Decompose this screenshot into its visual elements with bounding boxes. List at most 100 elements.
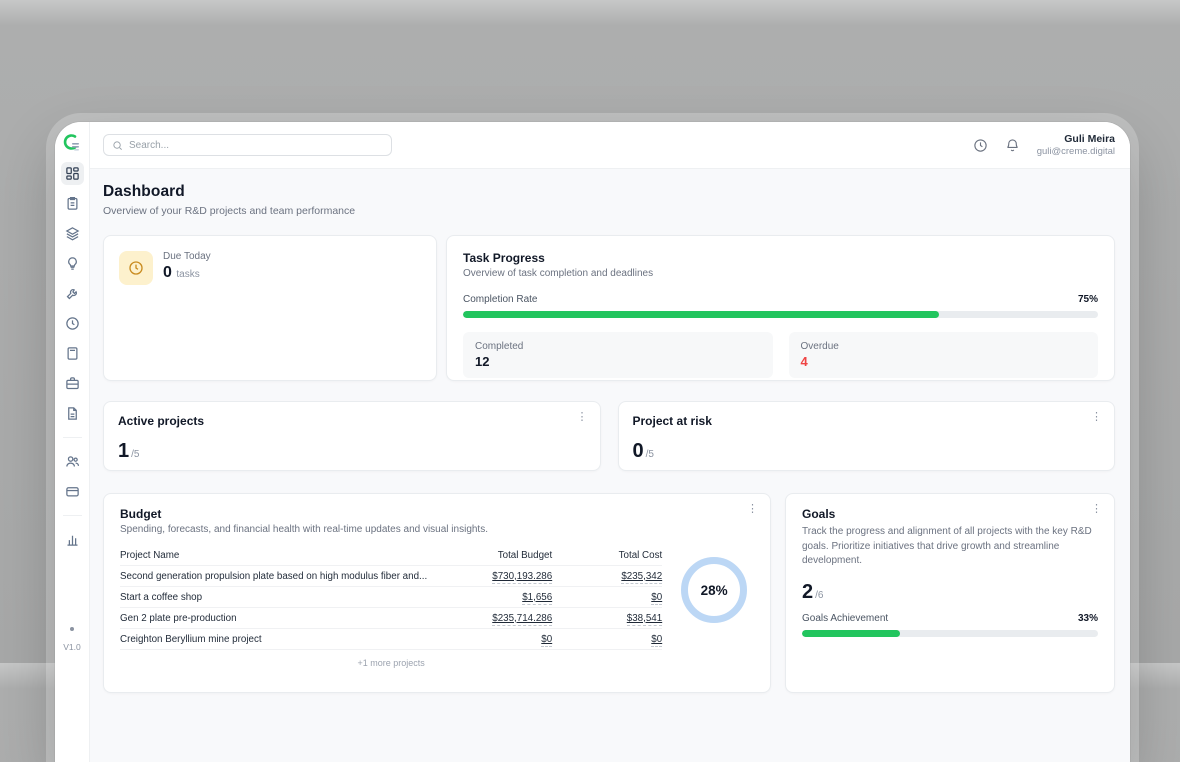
column-total-cost: Total Cost [552, 550, 662, 561]
goals-achievement-bar [802, 630, 1098, 637]
table-row: Second generation propulsion plate based… [120, 566, 662, 587]
layers-icon [65, 226, 80, 241]
active-projects-title: Active projects [118, 414, 586, 428]
budget-subtitle: Spending, forecasts, and financial healt… [120, 524, 754, 535]
total-cost-value[interactable]: $0 [651, 592, 662, 605]
lightbulb-icon [65, 256, 80, 271]
column-project-name: Project Name [120, 550, 427, 561]
due-today-label: Due Today [163, 251, 211, 262]
due-today-unit: tasks [176, 269, 199, 280]
total-cost-value[interactable]: $235,342 [621, 571, 662, 584]
creme-logo-icon [62, 132, 82, 152]
total-budget-value[interactable]: $235,714.286 [492, 613, 552, 626]
page-subtitle: Overview of your R&D projects and team p… [103, 205, 1115, 217]
total-budget-value[interactable]: $1,656 [522, 592, 552, 605]
main-area: Guli Meira guli@creme.digital Dashboard … [90, 122, 1130, 762]
dashboard-icon [65, 166, 80, 181]
goals-achievement-pct: 33% [1078, 613, 1098, 624]
sidebar-item-analytics[interactable] [61, 528, 84, 551]
goals-description: Track the progress and alignment of all … [802, 525, 1098, 569]
task-progress-subtitle: Overview of task completion and deadline… [463, 268, 1098, 279]
users-icon [65, 454, 80, 469]
due-today-card: Due Today 0 tasks [103, 235, 437, 381]
goals-value: 2 [802, 581, 813, 604]
active-projects-value: 1 [118, 440, 129, 463]
active-projects-card: Active projects ⋮ 1 /5 [103, 401, 601, 471]
dashboard-content: Dashboard Overview of your R&D projects … [90, 169, 1130, 762]
project-name: Second generation propulsion plate based… [120, 571, 427, 582]
sidebar-footer: V1.0 [55, 627, 89, 652]
budget-spend-pct: 28% [701, 583, 728, 598]
app-window: V1.0 [55, 122, 1130, 762]
history-clock-icon[interactable] [973, 138, 988, 153]
table-row: Creighton Beryllium mine project $0 $0 [120, 629, 662, 650]
overdue-stat-box: Overdue 4 [789, 332, 1099, 378]
sidebar-item-projects[interactable] [61, 222, 84, 245]
user-name: Guli Meira [1037, 133, 1115, 146]
search-input[interactable] [129, 140, 383, 151]
project-name: Gen 2 plate pre-production [120, 613, 427, 624]
bell-icon[interactable] [1005, 138, 1020, 153]
task-progress-card: Task Progress Overview of task completio… [446, 235, 1115, 381]
more-projects-link[interactable]: +1 more projects [120, 658, 662, 668]
clock-icon [65, 316, 80, 331]
sidebar-divider [63, 515, 82, 516]
sidebar-item-tasks[interactable] [61, 192, 84, 215]
user-menu[interactable]: Guli Meira guli@creme.digital [1037, 133, 1115, 158]
clipboard-icon [65, 196, 80, 211]
wrench-icon [65, 286, 80, 301]
active-projects-total: /5 [131, 449, 139, 460]
user-email: guli@creme.digital [1037, 146, 1115, 158]
sidebar-item-time[interactable] [61, 312, 84, 335]
kebab-menu-icon[interactable]: ⋮ [577, 412, 588, 423]
goals-total: /6 [815, 590, 823, 601]
search-box[interactable] [103, 134, 392, 156]
sidebar: V1.0 [55, 122, 90, 762]
column-total-budget: Total Budget [427, 550, 552, 561]
project-at-risk-total: /5 [646, 449, 654, 460]
due-clock-icon [119, 251, 153, 285]
app-version: V1.0 [55, 642, 89, 652]
completed-value: 12 [475, 354, 761, 369]
credit-card-icon [65, 484, 80, 499]
project-at-risk-value: 0 [633, 440, 644, 463]
budget-card: Budget ⋮ Spending, forecasts, and financ… [103, 493, 771, 693]
total-budget-value[interactable]: $0 [541, 634, 552, 647]
completed-label: Completed [475, 341, 761, 352]
kebab-menu-icon[interactable]: ⋮ [1091, 504, 1102, 515]
budget-table-header: Project Name Total Budget Total Cost [120, 545, 662, 566]
table-row: Start a coffee shop $1,656 $0 [120, 587, 662, 608]
goals-achievement-bar-fill [802, 630, 900, 637]
project-name: Creighton Beryllium mine project [120, 634, 427, 645]
sidebar-divider [63, 437, 82, 438]
project-at-risk-title: Project at risk [633, 414, 1101, 428]
kebab-menu-icon[interactable]: ⋮ [747, 504, 758, 515]
kebab-menu-icon[interactable]: ⋮ [1091, 412, 1102, 423]
completion-rate-label: Completion Rate [463, 294, 537, 305]
sidebar-item-documents[interactable] [61, 402, 84, 425]
table-row: Gen 2 plate pre-production $235,714.286 … [120, 608, 662, 629]
status-dot-icon[interactable] [70, 627, 74, 631]
goals-card: Goals ⋮ Track the progress and alignment… [785, 493, 1115, 693]
sidebar-item-billing[interactable] [61, 480, 84, 503]
budget-title: Budget [120, 507, 754, 521]
search-icon [112, 140, 123, 151]
completion-rate-pct: 75% [1078, 294, 1098, 305]
total-cost-value[interactable]: $0 [651, 634, 662, 647]
project-at-risk-card: Project at risk ⋮ 0 /5 [618, 401, 1116, 471]
completion-rate-bar [463, 311, 1098, 318]
due-today-count: 0 tasks [163, 264, 211, 282]
sidebar-item-calculator[interactable] [61, 342, 84, 365]
sidebar-item-portfolio[interactable] [61, 372, 84, 395]
bar-chart-icon [65, 532, 80, 547]
project-name: Start a coffee shop [120, 592, 427, 603]
sidebar-item-tools[interactable] [61, 282, 84, 305]
sidebar-item-dashboard[interactable] [61, 162, 84, 185]
total-budget-value[interactable]: $730,193.286 [492, 571, 552, 584]
goals-achievement-label: Goals Achievement [802, 613, 888, 624]
sidebar-item-ideas[interactable] [61, 252, 84, 275]
budget-spend-ring: 28% [681, 557, 747, 623]
sidebar-item-team[interactable] [61, 450, 84, 473]
goals-title: Goals [802, 507, 1098, 521]
total-cost-value[interactable]: $38,541 [627, 613, 662, 626]
